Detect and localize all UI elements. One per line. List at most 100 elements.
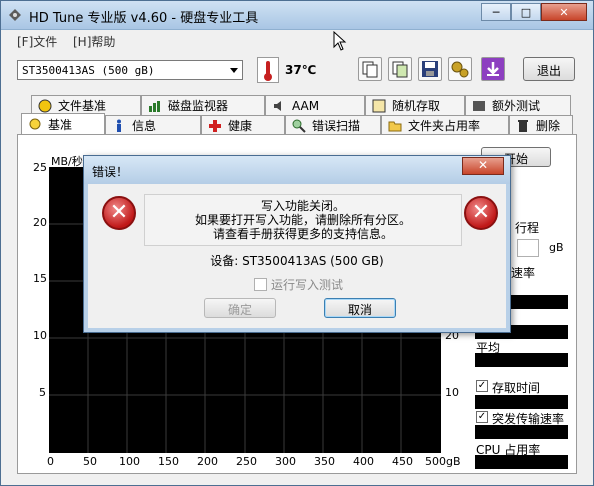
tab-label: 磁盘监视器	[168, 99, 229, 113]
save-icon[interactable]	[418, 57, 442, 81]
cancel-button[interactable]: 取消	[324, 298, 396, 318]
tab-info[interactable]: 信息	[105, 115, 201, 135]
unit-label: gB	[549, 241, 564, 254]
x-tick: 300	[275, 455, 296, 468]
tab-label: 文件基准	[58, 99, 107, 113]
dialog-title-bar: 错误！ ✕	[84, 156, 510, 184]
dialog-title: 错误！	[92, 165, 129, 179]
tab-label: 错误扫描	[312, 119, 361, 133]
tab-disk-monitor[interactable]: 磁盘监视器	[141, 95, 265, 115]
error-icon: ✕	[102, 196, 136, 230]
device-info: 设备: ST3500413AS (500 GB)	[210, 254, 384, 268]
ok-button[interactable]: 确定	[204, 298, 276, 318]
title-bar: HD Tune 专业版 v4.60 - 硬盘专业工具 ─ □ ✕	[1, 1, 593, 30]
tab-label: 额外测试	[492, 99, 541, 113]
x-tick: 150	[158, 455, 179, 468]
tab-folder-usage[interactable]: 文件夹占用率	[381, 115, 509, 135]
drive-select-value: ST3500413AS (500 gB)	[22, 64, 155, 77]
x-tick: 200	[197, 455, 218, 468]
right-tick: 10	[445, 386, 459, 399]
info-icon	[112, 119, 126, 133]
tab-label: 基准	[48, 118, 73, 132]
drive-select[interactable]: ST3500413AS (500 gB)	[17, 60, 243, 80]
tab-error-scan[interactable]: 错误扫描	[285, 115, 381, 135]
x-tick: 50	[83, 455, 97, 468]
tab-label: 删除	[536, 119, 561, 133]
error-line-3: 请查看手册获得更多的支持信息。	[212, 227, 393, 241]
x-tick: 250	[236, 455, 257, 468]
chevron-down-icon	[230, 68, 238, 73]
window-title: HD Tune 专业版 v4.60 - 硬盘专业工具	[29, 11, 259, 26]
dialog-body: ✕ ✕ 写入功能关闭。 如果要打开写入功能，请删除所有分区。 请查看手册获得更多…	[88, 184, 506, 328]
x-tick: 400	[353, 455, 374, 468]
tab-aam[interactable]: AAM	[265, 95, 365, 115]
tabs-top-row: 文件基准 磁盘监视器 AAM 随机存取 额外测试	[31, 95, 571, 115]
close-button[interactable]: ✕	[541, 3, 587, 21]
y-tick: 20	[33, 216, 47, 229]
mouse-cursor-icon	[333, 31, 347, 51]
tab-file-benchmark[interactable]: 文件基准	[31, 95, 141, 115]
app-icon	[9, 9, 21, 21]
maximize-button[interactable]: □	[511, 3, 541, 21]
x-tick: 100	[119, 455, 140, 468]
tests-label-partial: 行程	[515, 221, 540, 235]
trash-icon	[516, 119, 530, 133]
folder-icon	[388, 119, 402, 133]
app-window: HD Tune 专业版 v4.60 - 硬盘专业工具 ─ □ ✕ [F]文件 […	[0, 0, 594, 486]
download-icon[interactable]	[481, 57, 505, 81]
tab-random-access[interactable]: 随机存取	[365, 95, 465, 115]
y-tick: 15	[33, 272, 47, 285]
burst-rate-checkbox[interactable]: ✓	[476, 411, 488, 423]
tab-label: AAM	[292, 98, 320, 113]
write-test-checkbox[interactable]: 运行写入测试	[254, 276, 343, 293]
extra-tests-icon	[472, 99, 486, 113]
file-benchmark-icon	[38, 99, 52, 113]
error-icon: ✕	[464, 196, 498, 230]
tab-benchmark[interactable]: 基准	[21, 113, 105, 135]
x-tick: 450	[392, 455, 413, 468]
x-tick: 500gB	[425, 455, 461, 468]
thermometer-icon	[257, 57, 279, 83]
y-tick: 5	[39, 386, 46, 399]
y-tick: 25	[33, 161, 47, 174]
checkbox-box	[254, 278, 267, 291]
transfer-rate-label-partial: 速率	[511, 266, 536, 280]
copy-icon[interactable]	[358, 57, 382, 81]
monitor-chart-icon	[148, 99, 162, 113]
cpu-usage-value-box	[475, 455, 568, 469]
tab-health[interactable]: 健康	[201, 115, 285, 135]
tabs-bottom-row: 基准 信息 健康 错误扫描 文件夹占用率 删除	[21, 113, 573, 135]
options-icon[interactable]	[448, 57, 472, 81]
tab-label: 文件夹占用率	[408, 119, 481, 133]
error-dialog: 错误！ ✕ ✕ ✕ 写入功能关闭。 如果要打开写入功能，请删除所有分区。 请查看…	[83, 155, 511, 333]
tab-label: 健康	[228, 119, 253, 133]
tab-label: 信息	[132, 119, 157, 133]
y-tick: 10	[33, 329, 47, 342]
x-tick: 350	[314, 455, 335, 468]
random-access-icon	[372, 99, 386, 113]
average-value-box	[475, 353, 568, 367]
access-time-value-box	[475, 395, 568, 409]
minimize-button[interactable]: ─	[481, 3, 511, 21]
menu-help[interactable]: [H]帮助	[73, 33, 115, 50]
magnifier-icon	[292, 119, 306, 133]
tab-erase[interactable]: 删除	[509, 115, 573, 135]
speaker-icon	[272, 99, 286, 113]
exit-button[interactable]: 退出	[523, 57, 575, 81]
dialog-close-button[interactable]: ✕	[462, 157, 504, 175]
copy-screenshot-icon[interactable]	[388, 57, 412, 81]
menu-file[interactable]: [F]文件	[17, 33, 57, 50]
tab-label: 随机存取	[392, 99, 441, 113]
access-time-label: 存取时间	[492, 381, 541, 395]
size-spinner[interactable]	[517, 239, 539, 257]
write-test-label: 运行写入测试	[271, 278, 344, 292]
burst-rate-value-box	[475, 425, 568, 439]
error-message-box: 写入功能关闭。 如果要打开写入功能，请删除所有分区。 请查看手册获得更多的支持信…	[144, 194, 462, 246]
toolbar: ST3500413AS (500 gB) 37℃ 退出	[1, 51, 593, 91]
tab-extra-tests[interactable]: 额外测试	[465, 95, 571, 115]
lightbulb-icon	[28, 118, 42, 132]
x-tick: 0	[47, 455, 54, 468]
health-cross-icon	[208, 119, 222, 133]
temperature-readout: 37℃	[285, 63, 317, 77]
access-time-checkbox[interactable]: ✓	[476, 380, 488, 392]
